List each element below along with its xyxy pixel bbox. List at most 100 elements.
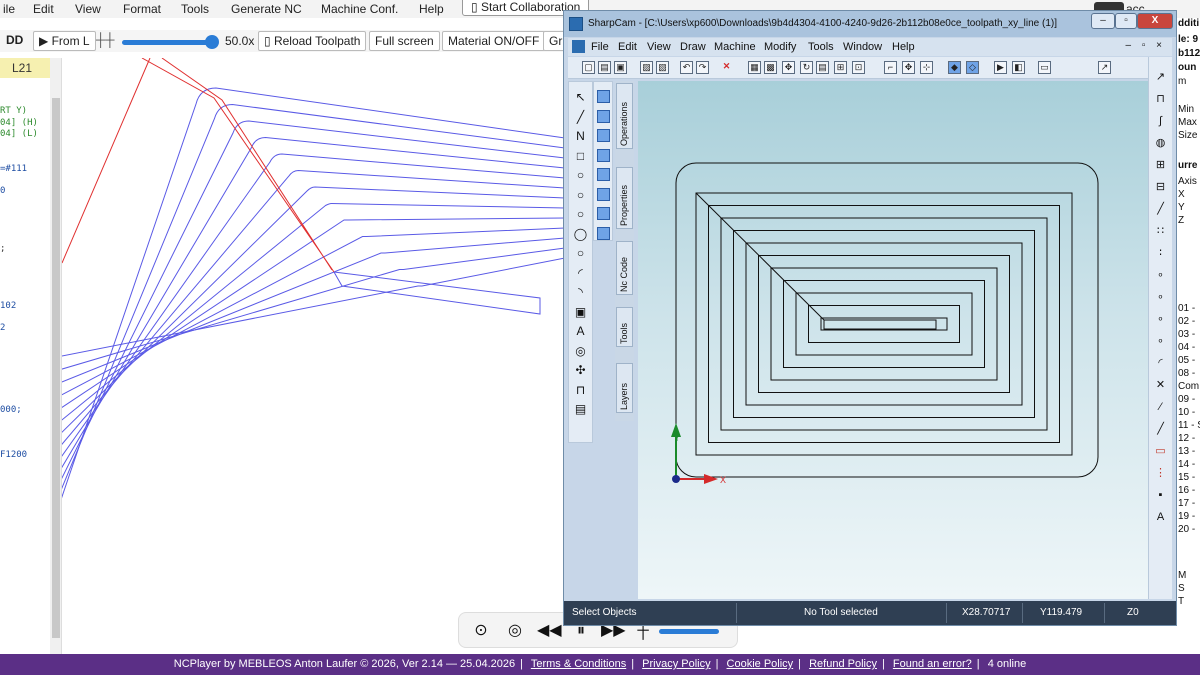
- thread-op-icon[interactable]: [597, 187, 610, 201]
- sc-menu-machine[interactable]: Machine: [714, 41, 756, 53]
- cam-viewport[interactable]: Y X: [638, 81, 1148, 599]
- select-tool-icon[interactable]: ↖: [573, 90, 588, 105]
- stretch-tool-icon[interactable]: ╱: [1154, 423, 1167, 436]
- trash-icon[interactable]: ▧: [656, 61, 669, 74]
- circle-3p-tool-icon[interactable]: ○: [573, 207, 588, 222]
- menu-tools[interactable]: Tools: [181, 2, 209, 16]
- region-tool-icon[interactable]: ⊓: [573, 383, 588, 398]
- snap-tool-icon[interactable]: ▭: [1154, 445, 1167, 458]
- donut-tool-icon[interactable]: ◎: [573, 344, 588, 359]
- menu-file[interactable]: ile: [3, 2, 15, 16]
- break-tool-icon[interactable]: ✕: [1154, 379, 1167, 392]
- snap-icon[interactable]: ⊡: [852, 61, 865, 74]
- mdi-controls[interactable]: – ▫ ×: [1125, 40, 1166, 51]
- speed-slider-handle[interactable]: [205, 35, 219, 49]
- move-icon[interactable]: ✥: [902, 61, 915, 74]
- rotate-icon[interactable]: ↻: [800, 61, 813, 74]
- sc-menu-draw[interactable]: Draw: [680, 41, 706, 53]
- polyline-tool-icon[interactable]: N: [573, 129, 588, 144]
- undo-icon[interactable]: ↶: [680, 61, 693, 74]
- nc-code-pane[interactable]: L21 RT Y) 04] (H) 04] (L) =#111 0; 102 2 000; F1…: [0, 58, 62, 654]
- tab-layers[interactable]: Layers: [616, 363, 633, 413]
- image-tool-icon[interactable]: ▣: [573, 305, 588, 320]
- node-edit-tool-icon[interactable]: ⊞: [1154, 159, 1167, 172]
- menu-help[interactable]: Help: [419, 2, 444, 16]
- dimension-tool-icon[interactable]: A: [1154, 511, 1167, 524]
- cookie-link[interactable]: Cookie Policy: [727, 658, 794, 670]
- circle-2p-tool-icon[interactable]: ○: [573, 188, 588, 203]
- text-tool-icon[interactable]: A: [573, 324, 588, 339]
- explode-tool-icon[interactable]: ◜: [1154, 357, 1167, 370]
- circle-center-tool-icon[interactable]: ◍: [1154, 137, 1167, 150]
- surface-op-icon[interactable]: [597, 168, 610, 181]
- move-tool-icon[interactable]: ∘: [1154, 313, 1167, 326]
- circle-tool-icon[interactable]: ○: [573, 168, 588, 183]
- pocket-op-icon[interactable]: [597, 90, 610, 103]
- rotate-tool-icon[interactable]: ∘: [1154, 269, 1167, 282]
- mirror-tool-icon[interactable]: ∶: [1154, 247, 1167, 260]
- 3d-op-op-icon[interactable]: [597, 207, 610, 220]
- document-icon[interactable]: [572, 40, 585, 53]
- cut-view-icon[interactable]: ▨: [640, 61, 653, 74]
- tab-properties[interactable]: Properties: [616, 167, 633, 229]
- open-icon[interactable]: ▤: [598, 61, 611, 74]
- ellipse-tool-icon[interactable]: ◯: [573, 227, 588, 242]
- join-tool-icon[interactable]: ∘: [1154, 335, 1167, 348]
- progress-slider[interactable]: [659, 629, 719, 634]
- sc-menu-view[interactable]: View: [647, 41, 671, 53]
- pan-icon[interactable]: ✥: [782, 61, 795, 74]
- reload-toolpath-button[interactable]: ▯ Reload Toolpath: [258, 31, 367, 51]
- speed-slider[interactable]: [122, 40, 212, 45]
- array-tool-icon[interactable]: ∷: [1154, 225, 1167, 238]
- scale-tool-icon[interactable]: ∘: [1154, 291, 1167, 304]
- sc-menu-tools[interactable]: Tools: [808, 41, 834, 53]
- menu-generate-nc[interactable]: Generate NC: [231, 2, 302, 16]
- pick-tool-icon[interactable]: ↗: [1154, 71, 1167, 84]
- sharpcam-app-icon[interactable]: [569, 17, 583, 31]
- menu-edit[interactable]: Edit: [33, 2, 54, 16]
- sc-menu-file[interactable]: File: [591, 41, 609, 53]
- rectangle-tool-icon[interactable]: □: [573, 149, 588, 164]
- play-circle-icon[interactable]: ⊙: [469, 619, 493, 643]
- drill-op-icon[interactable]: [597, 129, 610, 142]
- profile-op-icon[interactable]: [597, 109, 610, 123]
- found-error-link[interactable]: Found an error?: [893, 658, 972, 670]
- toolpath-3d-view[interactable]: [62, 58, 565, 654]
- rewind-icon[interactable]: ◀◀: [537, 619, 562, 643]
- zoom-window-icon[interactable]: ▦: [748, 61, 761, 74]
- full-screen-button[interactable]: Full screen: [369, 31, 440, 51]
- sc-menu-help[interactable]: Help: [892, 41, 915, 53]
- arc-tool-icon[interactable]: ◜: [573, 266, 588, 281]
- align-tool-icon[interactable]: ⋮: [1154, 467, 1167, 480]
- restore-button[interactable]: ▫: [1115, 13, 1137, 29]
- engrave-op-icon[interactable]: [597, 148, 610, 162]
- menu-format[interactable]: Format: [123, 2, 161, 16]
- terms-link[interactable]: Terms & Conditions: [531, 658, 626, 670]
- close-button[interactable]: X: [1137, 13, 1173, 29]
- save-icon[interactable]: ▣: [614, 61, 627, 74]
- grid-icon[interactable]: ⊞: [834, 61, 847, 74]
- minimize-button[interactable]: –: [1091, 13, 1115, 29]
- line-tool-icon[interactable]: ╱: [573, 110, 588, 125]
- extend-tool-icon[interactable]: ⁄: [1154, 401, 1167, 414]
- fillet-tool-icon[interactable]: ∫: [1154, 115, 1167, 128]
- layers-icon[interactable]: ▭: [1038, 61, 1051, 74]
- redo-icon[interactable]: ↷: [696, 61, 709, 74]
- sc-menu-edit[interactable]: Edit: [618, 41, 637, 53]
- line-tool-icon[interactable]: ⌐: [884, 61, 897, 74]
- code-scrollbar-thumb[interactable]: [52, 98, 60, 638]
- fast-forward-icon[interactable]: DD: [6, 33, 23, 47]
- sharpcam-titlebar[interactable]: SharpCam - [C:\Users\xp600\Downloads\9b4…: [564, 11, 1176, 37]
- zoom-all-icon[interactable]: ▩: [764, 61, 777, 74]
- new-icon[interactable]: ▢: [582, 61, 595, 74]
- view-3d-icon[interactable]: ◆: [948, 61, 961, 74]
- arc-3p-tool-icon[interactable]: ◝: [573, 285, 588, 300]
- chamfer-op-icon[interactable]: [597, 226, 610, 240]
- fit-icon[interactable]: ▤: [816, 61, 829, 74]
- document-tool-icon[interactable]: ▤: [573, 402, 588, 417]
- measure-tool-icon[interactable]: ⊓: [1154, 93, 1167, 106]
- privacy-link[interactable]: Privacy Policy: [642, 658, 710, 670]
- code-scrollbar[interactable]: [50, 58, 61, 654]
- offset-tool-icon[interactable]: ⊟: [1154, 181, 1167, 194]
- origin-icon[interactable]: ⊹: [920, 61, 933, 74]
